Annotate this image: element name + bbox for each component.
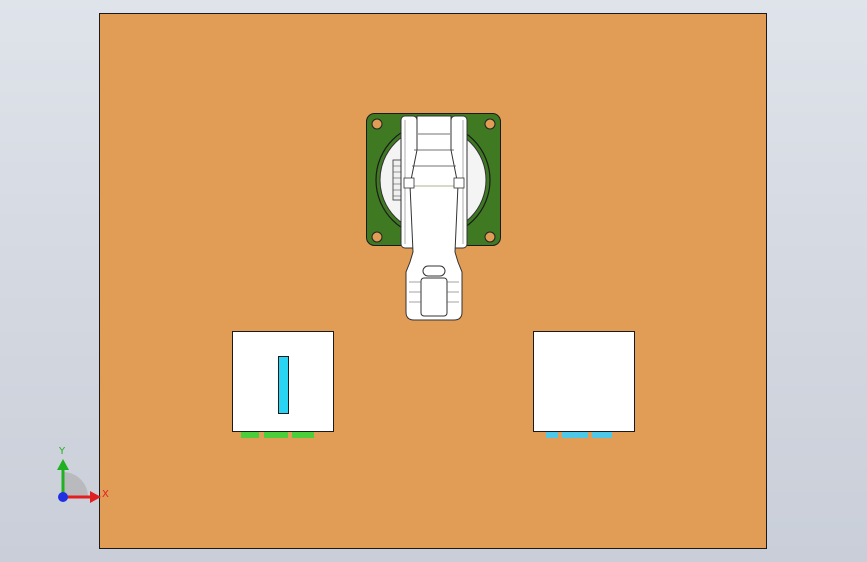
mount-hole-top-left	[371, 118, 383, 130]
wrist-flange	[420, 277, 448, 317]
mount-hole-top-right	[484, 118, 496, 130]
z-axis-dot	[58, 492, 68, 502]
triad-rotation-arc	[63, 472, 88, 497]
y-axis-arrow	[57, 459, 69, 470]
model-scene[interactable]: Y X	[0, 0, 867, 562]
left-station-feet	[241, 432, 314, 438]
right-station-feet	[546, 432, 612, 438]
left-station[interactable]	[232, 331, 334, 439]
left-station-part[interactable]	[278, 356, 289, 414]
graphics-viewport[interactable]: Y X	[0, 0, 867, 562]
mount-hole-bottom-left	[371, 231, 383, 243]
wrist-slot	[422, 265, 446, 277]
x-axis-label: X	[102, 489, 109, 500]
right-station-body[interactable]	[533, 331, 635, 432]
y-axis-label: Y	[58, 446, 66, 457]
right-station[interactable]	[533, 331, 635, 439]
mount-hole-bottom-right	[484, 231, 496, 243]
robot-arm[interactable]	[400, 115, 468, 321]
